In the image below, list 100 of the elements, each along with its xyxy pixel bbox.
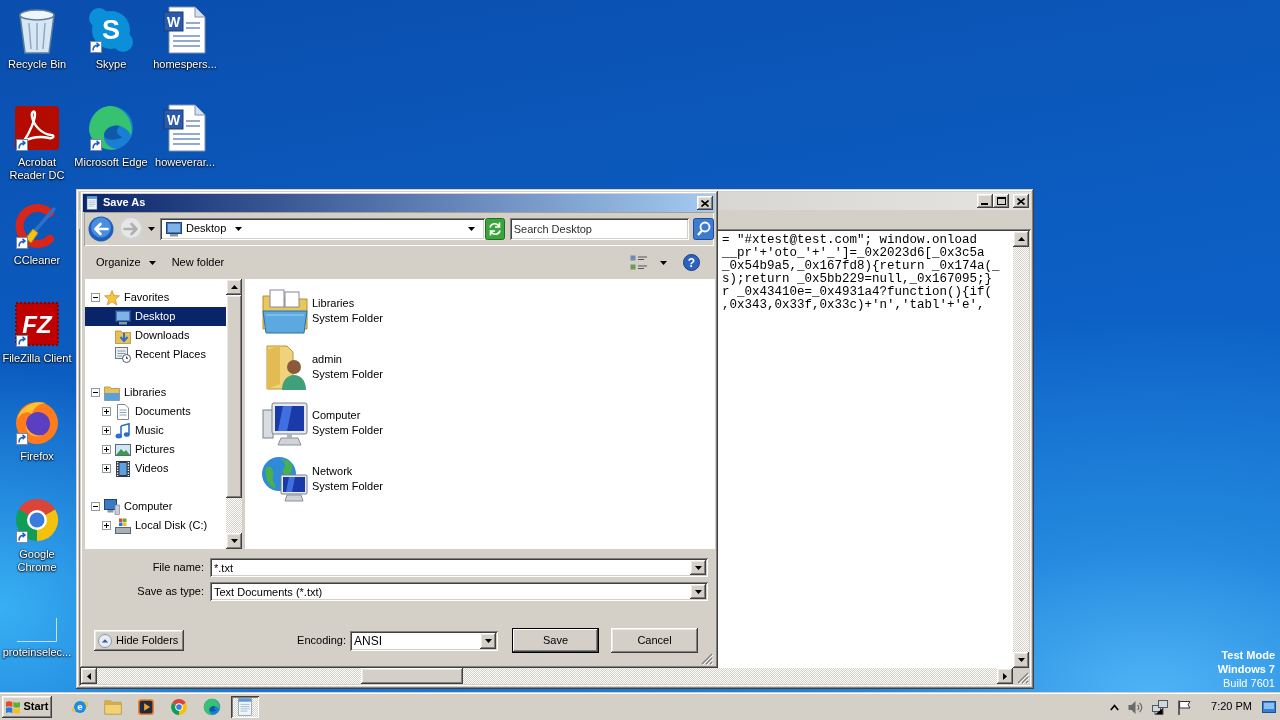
toolbar-button[interactable]: New folder — [167, 252, 229, 273]
tree-item[interactable]: Music — [85, 421, 226, 440]
scrollbar-thumb[interactable] — [361, 668, 463, 684]
launcher-item[interactable]: S Skype — [74, 6, 148, 98]
caret-icon[interactable] — [660, 260, 667, 265]
system-notice-text: Test Mode — [1220, 648, 1275, 662]
scroll-down-button[interactable] — [1013, 652, 1029, 668]
code-line: = "#xtest@test.com"; window.onload — [722, 234, 978, 247]
code-line: __pr'+'oto_'+'_']=_0x2023d6[_0x3c5a — [722, 247, 986, 260]
film-strip-icon — [115, 460, 131, 477]
collapse-icon[interactable] — [91, 293, 100, 302]
code-line: ,0x343,0x33f,0x33c)+'n','tabl'+'e', — [722, 299, 985, 312]
item-name[interactable]: Libraries — [312, 296, 383, 311]
clock-time[interactable]: 7:20 PM — [1211, 700, 1252, 714]
minimize-button[interactable] — [977, 194, 993, 208]
tree-item[interactable]: Libraries — [85, 383, 226, 402]
launcher-item[interactable]: Firefox — [0, 398, 74, 490]
resize-grip-icon[interactable] — [701, 653, 713, 665]
scroll-up-button[interactable] — [226, 279, 242, 295]
dialog-button[interactable]: Save — [512, 628, 599, 653]
scroll-left-button[interactable] — [81, 668, 97, 684]
computer-icon[interactable] — [261, 399, 309, 447]
launcher-item[interactable]: FZ FileZilla Client — [0, 300, 74, 392]
network-icon[interactable] — [1152, 699, 1169, 715]
search-icon[interactable] — [693, 218, 714, 240]
dropdown-arrow-icon — [484, 638, 492, 643]
tree-item[interactable]: Favorites — [85, 288, 226, 307]
down-arrow-icon — [230, 539, 238, 543]
tree-item[interactable]: Downloads — [85, 326, 226, 345]
collapse-icon[interactable] — [91, 502, 100, 511]
item-type: System Folder — [312, 311, 383, 326]
expand-icon[interactable] — [102, 426, 111, 435]
expand-icon[interactable] — [102, 464, 111, 473]
dropdown-button[interactable] — [690, 560, 706, 575]
field-label: File name: — [151, 560, 204, 575]
window-title: Save As — [103, 196, 146, 210]
resize-grip-icon[interactable] — [1017, 672, 1029, 684]
scroll-right-button[interactable] — [997, 668, 1013, 684]
launcher-item[interactable]: Recycle Bin — [0, 6, 74, 98]
dialog-button[interactable]: Cancel — [611, 628, 698, 653]
swirl-logo-icon — [13, 104, 61, 152]
play-icon — [137, 698, 155, 716]
letter-logo-icon: FZ — [13, 300, 61, 348]
maximize-button[interactable] — [993, 194, 1009, 208]
scroll-down-button[interactable] — [226, 533, 242, 549]
show-hidden-icons-icon[interactable] — [1110, 703, 1120, 711]
flag-logo-icon — [5, 699, 22, 715]
flag-icon[interactable] — [1177, 699, 1192, 715]
launcher-item[interactable]: CCleaner — [0, 202, 74, 294]
drive-icon — [115, 517, 131, 534]
item-name[interactable]: Network — [312, 464, 383, 479]
monitor-icon — [115, 308, 131, 325]
launcher-item[interactable]: W homespers... — [148, 6, 222, 98]
view-options-icon[interactable] — [630, 254, 648, 271]
tree-item[interactable]: Computer — [85, 497, 226, 516]
toolbar-button[interactable]: Organize — [92, 252, 160, 273]
expand-icon[interactable] — [102, 521, 111, 530]
left-arrow-icon — [87, 672, 91, 680]
tree-item[interactable]: Pictures — [85, 440, 226, 459]
expand-icon[interactable] — [102, 445, 111, 454]
field-label: Save as type: — [136, 584, 204, 599]
library-folder-icon — [104, 384, 120, 401]
computer-icon — [104, 498, 120, 515]
picture-icon — [115, 441, 131, 458]
close-button[interactable] — [1013, 194, 1029, 208]
collapse-icon[interactable] — [91, 388, 100, 397]
dropdown-arrow-icon[interactable] — [467, 227, 475, 231]
scroll-up-button[interactable] — [1013, 231, 1029, 247]
launcher-item[interactable]: Acrobat Reader DC — [0, 104, 74, 196]
tree-item[interactable]: Videos — [85, 459, 226, 478]
file-type-field[interactable]: Text Documents (*.txt) — [210, 582, 708, 601]
dropdown-button[interactable] — [690, 584, 706, 599]
segmented-circle-icon — [170, 698, 188, 716]
help-icon[interactable]: ? — [683, 254, 700, 271]
start-button[interactable]: Start — [2, 696, 52, 718]
tree-item[interactable]: Documents — [85, 402, 226, 421]
tree-item[interactable]: Desktop — [85, 307, 226, 326]
refresh-icon[interactable] — [484, 218, 505, 240]
speaker-icon[interactable] — [1128, 699, 1144, 715]
item-name[interactable]: Computer — [312, 408, 383, 423]
notepad-icon — [236, 698, 254, 716]
library-folder-icon[interactable] — [261, 287, 309, 335]
close-button[interactable] — [697, 196, 713, 210]
tree-item[interactable]: Recent Places — [85, 345, 226, 364]
taskbar-button[interactable]: e — [66, 696, 94, 718]
search-field[interactable]: Search Desktop — [509, 218, 689, 240]
item-name[interactable]: admin — [312, 352, 383, 367]
tree-item[interactable]: Local Disk (C:) — [85, 516, 226, 535]
letter-logo-icon: e — [71, 698, 89, 716]
code-line: _0x54b9a5,_0x167fd8){return _0x174a(_ — [722, 260, 1001, 273]
field-label: Encoding: — [297, 633, 346, 648]
expand-icon[interactable] — [102, 407, 111, 416]
address-bar[interactable]: Desktop — [160, 218, 485, 240]
network-icon[interactable] — [261, 455, 309, 503]
hide-folders-button[interactable]: Hide Folders — [94, 630, 185, 651]
file-name-field[interactable]: *.txt — [210, 558, 708, 577]
document-icon — [115, 403, 131, 420]
up-arrow-icon — [1017, 237, 1025, 241]
taskbar-button[interactable] — [231, 696, 259, 718]
encoding-field[interactable]: ANSI — [350, 630, 498, 651]
